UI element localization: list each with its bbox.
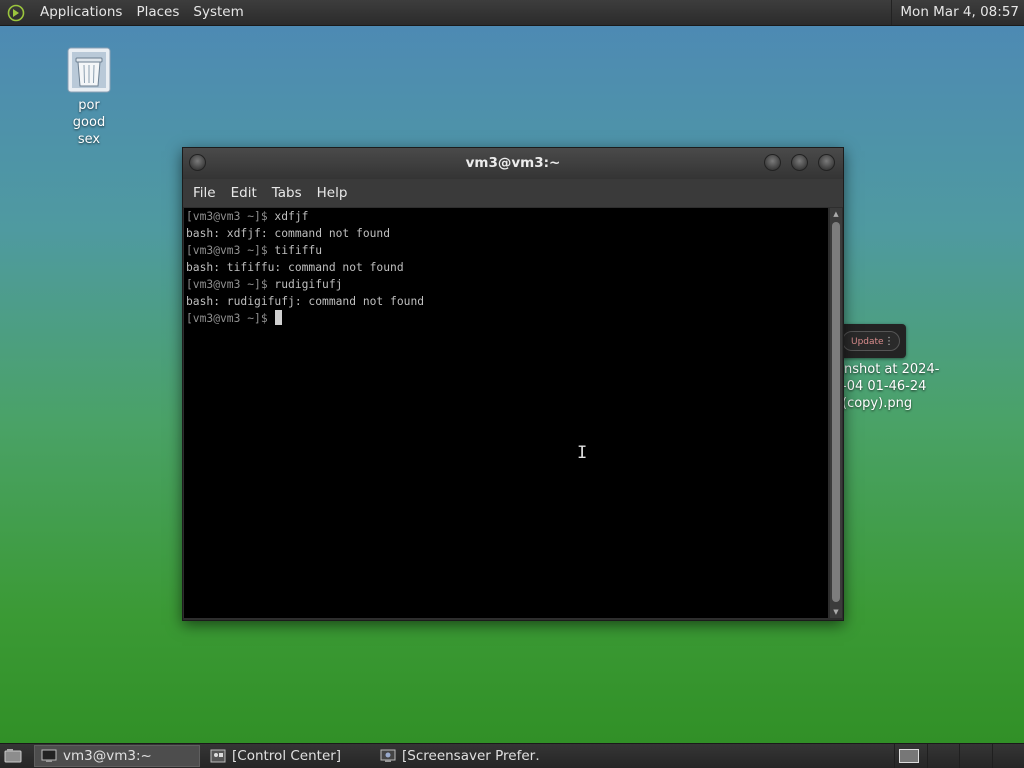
- places-menu[interactable]: Places: [129, 0, 186, 25]
- panel-clock[interactable]: Mon Mar 4, 08:57: [891, 0, 1019, 25]
- terminal-line: bash: rudigifufj: command not found: [186, 293, 828, 310]
- terminal-titlebar[interactable]: vm3@vm3:~: [183, 148, 843, 179]
- terminal-scrollbar[interactable]: ▲ ▼: [830, 208, 842, 618]
- scrollbar-thumb[interactable]: [832, 222, 840, 602]
- show-desktop-icon[interactable]: [2, 745, 24, 767]
- more-options-icon[interactable]: ⋮: [884, 332, 894, 352]
- terminal-window: vm3@vm3:~ File Edit Tabs Help [vm3@vm3 ~…: [182, 147, 844, 621]
- task-control-center[interactable]: [Control Center]: [204, 745, 370, 767]
- workspace-2[interactable]: [926, 744, 960, 768]
- terminal-line: [vm3@vm3 ~]$ xdfjf: [186, 208, 828, 225]
- task-terminal[interactable]: vm3@vm3:~: [34, 745, 200, 767]
- system-menu[interactable]: System: [186, 0, 250, 25]
- control-center-icon: [210, 748, 226, 764]
- trash-label-line-1: por: [78, 98, 100, 113]
- menu-file[interactable]: File: [187, 179, 222, 207]
- terminal-line: bash: xdfjf: command not found: [186, 225, 828, 242]
- workspace-switcher: [894, 744, 1024, 768]
- window-menu-icon[interactable]: [189, 154, 206, 171]
- menu-edit[interactable]: Edit: [225, 179, 263, 207]
- update-button-label: Update: [851, 337, 884, 347]
- menu-tabs[interactable]: Tabs: [266, 179, 308, 207]
- scroll-down-icon[interactable]: ▼: [830, 606, 842, 618]
- maximize-icon[interactable]: [791, 154, 808, 171]
- command-text: rudigifufj: [274, 278, 343, 291]
- text-cursor: [275, 310, 283, 325]
- trash-label-line-2: good: [72, 115, 106, 130]
- command-text: xdfjf: [274, 210, 309, 223]
- output-text: bash: rudigifufj: command not found: [186, 295, 425, 308]
- terminal-menubar: File Edit Tabs Help: [183, 179, 843, 207]
- task-screensaver[interactable]: [Screensaver Prefer…: [374, 745, 540, 767]
- screenshot-label-line-2: -04 01-46-24: [842, 379, 927, 394]
- distro-logo-icon[interactable]: [7, 4, 25, 22]
- output-text: bash: tififfu: command not found: [186, 261, 404, 274]
- prompt: [vm3@vm3 ~]$: [186, 244, 275, 257]
- update-notification: Update ⋮: [838, 324, 906, 358]
- top-panel: Applications Places System Mon Mar 4, 08…: [0, 0, 1024, 26]
- update-button[interactable]: Update ⋮: [842, 331, 900, 351]
- screenshot-label-line-3: (copy).png: [842, 396, 913, 411]
- desktop-trash[interactable]: por good sex: [58, 46, 120, 148]
- prompt: [vm3@vm3 ~]$: [186, 278, 275, 291]
- close-icon[interactable]: [818, 154, 835, 171]
- mouse-ibeam-cursor-icon: I: [577, 443, 588, 463]
- applications-menu[interactable]: Applications: [33, 0, 129, 25]
- trash-label-line-3: sex: [77, 132, 101, 147]
- task-label: [Screensaver Prefer…: [402, 748, 540, 764]
- workspace-1[interactable]: [894, 744, 927, 768]
- terminal-output[interactable]: [vm3@vm3 ~]$ xdfjf bash: xdfjf: command …: [184, 208, 828, 618]
- output-text: bash: xdfjf: command not found: [186, 227, 391, 240]
- prompt: [vm3@vm3 ~]$: [186, 210, 275, 223]
- workspace-3[interactable]: [959, 744, 992, 768]
- terminal-icon: [41, 748, 57, 764]
- menu-help[interactable]: Help: [311, 179, 354, 207]
- terminal-line: bash: tififfu: command not found: [186, 259, 828, 276]
- workspace-window-thumbnail: [899, 749, 919, 763]
- screenshot-label-line-1: enshot at 2024-: [836, 362, 940, 377]
- workspace-4[interactable]: [991, 744, 1024, 768]
- bottom-panel: vm3@vm3:~ [Control Center] [Screensaver …: [0, 743, 1024, 768]
- prompt: [vm3@vm3 ~]$: [186, 312, 275, 325]
- minimize-icon[interactable]: [764, 154, 781, 171]
- scroll-up-icon[interactable]: ▲: [830, 208, 842, 220]
- command-text: tififfu: [274, 244, 323, 257]
- terminal-title: vm3@vm3:~: [465, 155, 561, 171]
- trash-icon: [66, 46, 112, 94]
- screensaver-icon: [380, 748, 396, 764]
- terminal-current-line[interactable]: [vm3@vm3 ~]$: [186, 310, 828, 327]
- terminal-line: [vm3@vm3 ~]$ tififfu: [186, 242, 828, 259]
- terminal-line: [vm3@vm3 ~]$ rudigifufj: [186, 276, 828, 293]
- task-label: vm3@vm3:~: [63, 748, 152, 764]
- task-label: [Control Center]: [232, 748, 342, 764]
- desktop-screenshot-file[interactable]: enshot at 2024- -04 01-46-24 (copy).png: [836, 361, 956, 412]
